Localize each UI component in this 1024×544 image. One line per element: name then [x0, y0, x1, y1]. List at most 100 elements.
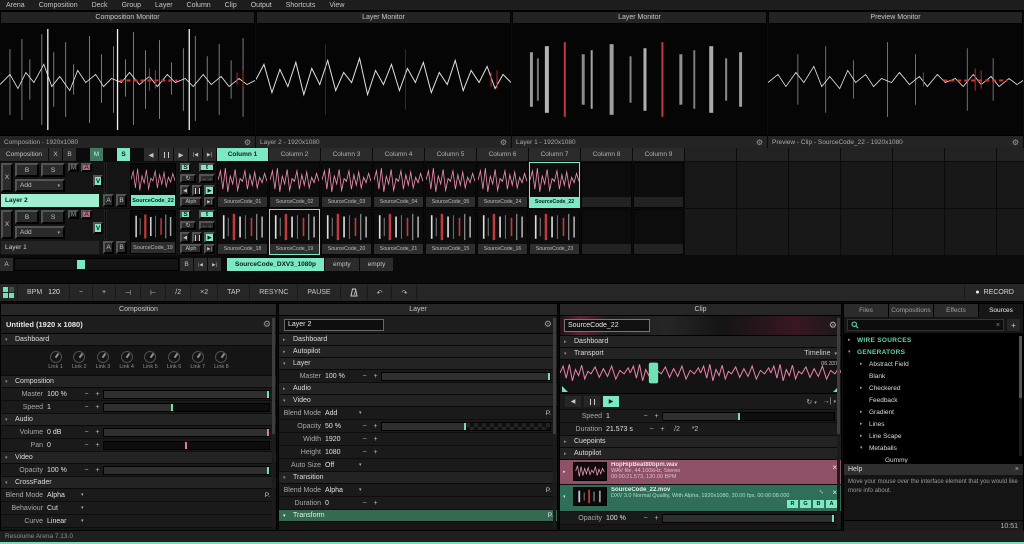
- clip-cell[interactable]: [633, 209, 684, 255]
- column-header[interactable]: Column 3: [321, 148, 372, 161]
- layer-mute-button[interactable]: M: [68, 210, 79, 219]
- dashboard-knob[interactable]: Link 8: [214, 351, 229, 370]
- section-video[interactable]: ▾Video: [279, 395, 557, 407]
- layer-mute-button[interactable]: M: [68, 163, 79, 172]
- thumbnail-toggle-button[interactable]: t: [199, 210, 215, 219]
- clip-cell[interactable]: SourceCode_16: [477, 209, 528, 255]
- clip-cell[interactable]: [633, 162, 684, 208]
- layer-blend-dropdown[interactable]: Add▾: [15, 226, 65, 239]
- increment-button[interactable]: +: [92, 391, 103, 398]
- search-input[interactable]: [862, 322, 993, 329]
- composition-name[interactable]: Untitled (1920 x 1080)⚙: [1, 316, 276, 334]
- gear-icon[interactable]: ⚙: [263, 319, 271, 330]
- menu-item[interactable]: Arena: [6, 2, 25, 9]
- section-dashboard[interactable]: ▸Dashboard: [560, 336, 841, 348]
- section-audio[interactable]: ▸Audio: [279, 383, 557, 395]
- play-backwards-button[interactable]: ◀: [180, 185, 190, 196]
- clip-cell[interactable]: SourceCode_01: [217, 162, 268, 208]
- tree-item[interactable]: Gummy: [844, 454, 1023, 463]
- param-badge[interactable]: P.: [546, 487, 551, 494]
- column-header[interactable]: Column 6: [477, 148, 528, 161]
- layer-blend-dropdown[interactable]: Add▾: [15, 179, 65, 192]
- decrement-button[interactable]: −: [81, 429, 92, 436]
- crossfader-a-button[interactable]: A: [103, 241, 114, 254]
- layer-name[interactable]: Layer 2: [1, 194, 99, 207]
- nudge-icons[interactable]: ←→: [199, 174, 215, 183]
- clip-cell[interactable]: SourceCode_23: [529, 209, 580, 255]
- play-forwards-button[interactable]: ▶: [204, 185, 215, 196]
- master-slider[interactable]: [381, 372, 551, 381]
- decrement-button[interactable]: −: [359, 436, 370, 443]
- param-badge[interactable]: P.: [546, 410, 551, 417]
- transport-button[interactable]: ×2: [191, 284, 218, 301]
- layer-audio-button[interactable]: A: [81, 210, 92, 219]
- increment-button[interactable]: +: [370, 436, 381, 443]
- channel-button[interactable]: R: [787, 500, 798, 508]
- column-header[interactable]: Column 9: [633, 148, 684, 161]
- decrement-button[interactable]: −: [359, 500, 370, 507]
- dashboard-knob[interactable]: Link 5: [143, 351, 158, 370]
- composition-solo-button[interactable]: S: [117, 148, 130, 161]
- halve-duration-button[interactable]: /2: [668, 426, 686, 433]
- thumbnail-toggle-button[interactable]: t: [199, 163, 215, 172]
- clip-cell[interactable]: [581, 162, 632, 208]
- decrement-button[interactable]: −: [640, 515, 651, 522]
- layer-bypass-button[interactable]: B: [15, 210, 39, 224]
- deck-tab[interactable]: empty: [325, 258, 359, 271]
- scrollbar[interactable]: [553, 318, 556, 528]
- bpm-display[interactable]: BPM120: [18, 284, 70, 301]
- increment-button[interactable]: +: [370, 373, 381, 380]
- column-header[interactable]: Column 2: [269, 148, 320, 161]
- clip-audio-file-row[interactable]: ▸ HopHipBeat80bpm.wav WAV file, 44.100kH…: [560, 460, 841, 485]
- scrollbar[interactable]: [1019, 336, 1022, 456]
- crossfader-slider[interactable]: [14, 258, 179, 271]
- tree-item[interactable]: ▾ GENERATORS: [844, 346, 1023, 358]
- skip-back-icon[interactable]: |◀: [189, 148, 202, 161]
- channel-button[interactable]: A: [826, 500, 837, 508]
- layer-clear-button[interactable]: X: [1, 210, 13, 239]
- skip-back-icon[interactable]: |◀: [194, 258, 207, 271]
- loop-mode-icon[interactable]: ↻: [180, 221, 196, 230]
- section-video[interactable]: ▾Video: [1, 452, 276, 464]
- crossfader-a-button[interactable]: A: [103, 194, 114, 207]
- transport-button[interactable]: −: [70, 284, 93, 301]
- record-button[interactable]: ●RECORD: [964, 284, 1024, 301]
- play-backwards-button[interactable]: ◀: [565, 396, 581, 407]
- decrement-button[interactable]: −: [359, 423, 370, 430]
- crossfader-handle[interactable]: [77, 260, 85, 269]
- add-button[interactable]: +: [1007, 319, 1020, 331]
- clip-cell[interactable]: SourceCode_04: [373, 162, 424, 208]
- increment-button[interactable]: +: [92, 442, 103, 449]
- chevron-down-icon[interactable]: ▾: [359, 410, 371, 416]
- transport-button[interactable]: ⊢: [141, 284, 166, 301]
- dashboard-knob[interactable]: Link 7: [190, 351, 205, 370]
- browser-tab[interactable]: Sources: [979, 304, 1023, 317]
- browser-tab[interactable]: Effects: [934, 304, 978, 317]
- increment-button[interactable]: +: [651, 413, 662, 420]
- section-crossfader[interactable]: ▾CrossFader: [1, 477, 276, 489]
- increment-button[interactable]: +: [370, 500, 381, 507]
- menu-item[interactable]: Composition: [39, 2, 78, 9]
- column-header[interactable]: Column 4: [373, 148, 424, 161]
- section-cuepoints[interactable]: ▸Cuepoints: [560, 436, 841, 448]
- transport-button[interactable]: PAUSE: [298, 284, 340, 301]
- double-duration-button[interactable]: *2: [686, 426, 704, 433]
- section-transport[interactable]: ▾Transport Timeline▾: [560, 348, 841, 360]
- layer-volume-fader[interactable]: [104, 210, 107, 240]
- composition-mute-button[interactable]: M: [90, 148, 103, 161]
- tree-item[interactable]: Blank: [844, 370, 1023, 382]
- layer-audio-button[interactable]: A: [81, 163, 92, 172]
- menu-item[interactable]: Column: [187, 2, 211, 9]
- section-transform[interactable]: ▾TransformP.: [279, 510, 557, 522]
- dashboard-knob[interactable]: Link 2: [72, 351, 87, 370]
- layer-solo-button[interactable]: S: [41, 163, 65, 177]
- play-forwards-button[interactable]: ▶: [603, 396, 619, 407]
- clip-cell[interactable]: SourceCode_20: [321, 209, 372, 255]
- volume-slider[interactable]: [103, 428, 270, 437]
- gear-icon[interactable]: ⚙: [829, 320, 837, 331]
- clip-cell[interactable]: SourceCode_19: [269, 209, 320, 255]
- pause-button[interactable]: [192, 185, 202, 196]
- gear-icon[interactable]: ⚙: [544, 319, 552, 330]
- browser-tab[interactable]: Files: [844, 304, 888, 317]
- increment-button[interactable]: +: [92, 404, 103, 411]
